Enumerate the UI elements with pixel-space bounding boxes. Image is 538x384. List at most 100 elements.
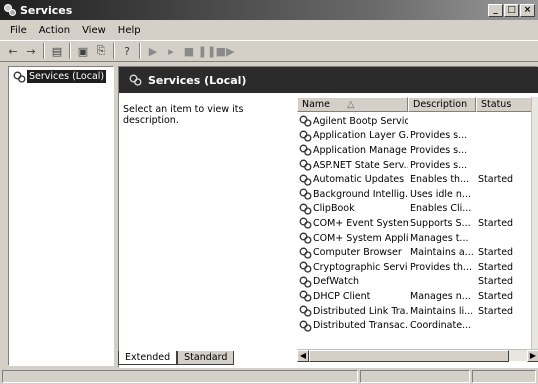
service-description: Maintains a... xyxy=(410,247,474,259)
back-arrow-icon[interactable]: ← xyxy=(4,42,22,60)
menu-view[interactable]: View xyxy=(76,25,112,36)
details-pane: Services (Local) Select an item to view … xyxy=(118,66,538,368)
table-row[interactable]: DefWatch Started xyxy=(297,275,529,290)
scroll-thumb[interactable] xyxy=(309,350,509,362)
description-hint: Select an item to view its description. xyxy=(123,104,244,126)
table-row[interactable]: COM+ Event System Supports S... Started xyxy=(297,216,529,231)
sort-ascending-icon: △ xyxy=(347,99,355,110)
forward-arrow-icon[interactable]: → xyxy=(22,42,40,60)
table-row[interactable]: Background Intellig... Uses idle n... xyxy=(297,187,529,202)
menu-help[interactable]: Help xyxy=(112,25,147,36)
service-gear-icon xyxy=(299,320,312,332)
column-header-description[interactable]: Description xyxy=(408,97,476,112)
console-tree: Services (Local) xyxy=(8,66,114,366)
service-name: ClipBook xyxy=(313,203,355,215)
export-list-icon[interactable]: ⎘ xyxy=(92,42,110,60)
tree-item-label: Services (Local) xyxy=(27,70,107,83)
list-rows: Agilent Bootp Service Application Layer G… xyxy=(297,114,529,333)
pause-service-icon[interactable]: ❚❚ xyxy=(198,42,216,60)
service-name: Distributed Link Tra... xyxy=(313,305,408,317)
service-gear-icon xyxy=(299,218,312,230)
toolbar: ← → ▤ ▣ ⎘ ? ▶ ▸ ■ ❚❚ ■▶ xyxy=(0,40,538,62)
service-gear-icon xyxy=(299,174,312,186)
service-gear-icon xyxy=(299,261,312,273)
service-name: Cryptographic Servi... xyxy=(313,261,408,273)
menu-file[interactable]: File xyxy=(4,25,33,36)
toolbar-separator xyxy=(139,43,141,59)
status-segment xyxy=(360,370,470,383)
service-description: Provides th... xyxy=(410,261,472,273)
properties-icon[interactable]: ▣ xyxy=(74,42,92,60)
table-row[interactable]: Application Layer G... Provides s... xyxy=(297,129,529,144)
column-name-label: Name xyxy=(302,99,331,110)
table-row[interactable]: Distributed Transac... Coordinate... xyxy=(297,318,529,333)
column-header-status[interactable]: Status xyxy=(476,97,538,112)
service-status: Started xyxy=(478,217,514,229)
service-description: Provides s... xyxy=(410,130,468,142)
service-gear-icon xyxy=(299,276,312,288)
help-icon[interactable]: ? xyxy=(118,42,136,60)
service-name: Background Intellig... xyxy=(313,188,408,200)
toolbar-separator xyxy=(113,43,115,59)
service-name-cell: Computer Browser xyxy=(297,247,408,259)
table-row[interactable]: Agilent Bootp Service xyxy=(297,114,529,129)
start-service-icon[interactable]: ▶ xyxy=(144,42,162,60)
service-name: Computer Browser xyxy=(313,247,402,259)
service-description: Enables th... xyxy=(410,174,470,186)
service-status: Started xyxy=(478,261,514,273)
service-name-cell: DHCP Client xyxy=(297,290,408,303)
status-segment xyxy=(472,370,536,383)
service-name-cell: COM+ System Appli... xyxy=(297,232,408,244)
pane-title: Services (Local) xyxy=(148,73,247,87)
tab-standard[interactable]: Standard xyxy=(177,351,235,365)
console-tree-icon[interactable]: ▤ xyxy=(48,42,66,60)
column-header-name[interactable]: Name △ xyxy=(297,97,408,112)
horizontal-scrollbar[interactable]: ◀ ▶ xyxy=(297,349,538,362)
service-name-cell: Agilent Bootp Service xyxy=(297,115,408,127)
services-header-icon xyxy=(129,74,142,86)
service-description: Enables Cli... xyxy=(410,203,472,215)
service-description: Uses idle n... xyxy=(410,188,471,200)
service-name-cell: Cryptographic Servi... xyxy=(297,261,408,273)
service-gear-icon xyxy=(299,188,312,200)
pane-header: Services (Local) xyxy=(119,67,538,93)
close-button[interactable]: × xyxy=(520,3,535,17)
menu-bar: File Action View Help xyxy=(0,21,538,39)
service-gear-icon xyxy=(299,305,312,317)
menu-action[interactable]: Action xyxy=(33,25,76,36)
table-row[interactable]: COM+ System Appli... Manages t... xyxy=(297,231,529,246)
tree-item-services-local[interactable]: Services (Local) xyxy=(13,70,107,83)
service-description: Manages t... xyxy=(410,232,469,244)
service-name-cell: Application Manage... xyxy=(297,144,408,157)
stop-service-icon[interactable]: ■ xyxy=(180,42,198,60)
vertical-scrollbar[interactable] xyxy=(531,97,538,349)
services-list[interactable]: Name △ Description Status Agilent Bootp … xyxy=(297,97,538,349)
table-row[interactable]: Application Manage... Provides s... xyxy=(297,143,529,158)
service-name: Application Manage... xyxy=(313,144,408,156)
service-gear-icon xyxy=(299,159,312,171)
maximize-button[interactable]: □ xyxy=(504,3,519,17)
list-header: Name △ Description Status xyxy=(297,97,538,112)
service-description: Provides s... xyxy=(410,144,468,156)
services-window: Services _ □ × File Action View Help ← →… xyxy=(0,0,538,384)
scroll-right-icon[interactable]: ▶ xyxy=(527,350,538,362)
tab-extended[interactable]: Extended xyxy=(118,351,178,365)
table-row[interactable]: Distributed Link Tra... Maintains li... St… xyxy=(297,304,529,319)
service-description: Supports S... xyxy=(410,217,471,229)
table-row[interactable]: Cryptographic Servi... Provides th... Star… xyxy=(297,260,529,275)
service-name: Distributed Transac... xyxy=(313,320,408,332)
table-row[interactable]: Computer Browser Maintains a... Started xyxy=(297,245,529,260)
service-name: DHCP Client xyxy=(313,290,371,302)
minimize-button[interactable]: _ xyxy=(488,3,503,17)
service-name: Agilent Bootp Service xyxy=(313,115,408,127)
restart-service-icon[interactable]: ■▶ xyxy=(216,42,235,60)
table-row[interactable]: DHCP Client Manages n... Started xyxy=(297,289,529,304)
scroll-left-icon[interactable]: ◀ xyxy=(297,350,309,362)
table-row[interactable]: Automatic Updates Enables th... Started xyxy=(297,172,529,187)
title-bar[interactable]: Services _ □ × xyxy=(0,0,538,20)
service-gear-icon xyxy=(299,290,312,303)
service-status: Started xyxy=(478,276,514,288)
play-icon[interactable]: ▸ xyxy=(162,42,180,60)
table-row[interactable]: ASP.NET State Serv... Provides s... xyxy=(297,158,529,173)
table-row[interactable]: ClipBook Enables Cli... xyxy=(297,202,529,217)
